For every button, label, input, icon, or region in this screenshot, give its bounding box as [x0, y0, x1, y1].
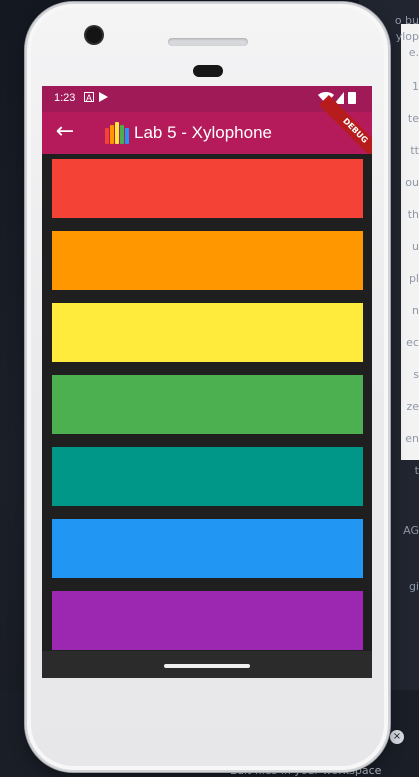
ide-right-text: u — [412, 240, 419, 253]
ide-right-text: gi — [408, 580, 419, 593]
xylophone-key-4[interactable] — [52, 375, 363, 434]
ide-right-text: 1 — [412, 80, 419, 93]
ide-right-text: th — [407, 208, 419, 221]
ide-right-text: te — [407, 112, 419, 125]
ide-right-text: pl — [408, 272, 419, 285]
xylophone-key-7[interactable] — [52, 591, 363, 650]
xylophone-key-1[interactable] — [52, 159, 363, 218]
proximity-sensor-icon — [193, 65, 223, 77]
ide-right-text: tt — [410, 144, 419, 157]
ide-right-text: o bu — [394, 14, 419, 27]
play-store-icon — [99, 92, 108, 102]
ide-right-text: t — [414, 464, 419, 477]
xylophone-key-2[interactable] — [52, 231, 363, 290]
ide-right-text: s — [413, 368, 419, 381]
xylophone-key-3[interactable] — [52, 303, 363, 362]
ide-right-text: e. — [408, 46, 419, 59]
home-indicator[interactable] — [164, 664, 250, 668]
phone-screen: 1:23 A ← Lab 5 - Xylophone DEBUG — [42, 86, 372, 678]
ide-right-text: AG — [403, 524, 419, 537]
status-time: 1:23 — [54, 92, 76, 104]
app-title: Lab 5 - Xylophone — [134, 123, 272, 142]
ide-right-text: en — [405, 432, 419, 445]
ide-right-text: ec — [406, 336, 419, 349]
navigation-bar — [42, 651, 372, 678]
xylophone-key-6[interactable] — [52, 519, 363, 578]
xylophone-logo-icon — [105, 122, 129, 144]
close-icon[interactable]: × — [390, 730, 404, 744]
phone-emulator: 1:23 A ← Lab 5 - Xylophone DEBUG — [25, 2, 390, 772]
xylophone-keys — [42, 154, 372, 651]
battery-icon — [348, 92, 356, 104]
xylophone-key-5[interactable] — [52, 447, 363, 506]
camera-icon — [86, 27, 102, 43]
earpiece-icon — [168, 38, 248, 46]
ide-right-text: ylop — [395, 30, 419, 43]
ide-right-text: ou — [405, 176, 419, 189]
notification-a-icon: A — [84, 92, 94, 103]
arrow-left-icon[interactable]: ← — [52, 119, 78, 145]
ide-right-text: ze — [406, 400, 419, 413]
app-bar: ← Lab 5 - Xylophone DEBUG — [42, 94, 372, 168]
ide-right-text: n — [412, 304, 419, 317]
